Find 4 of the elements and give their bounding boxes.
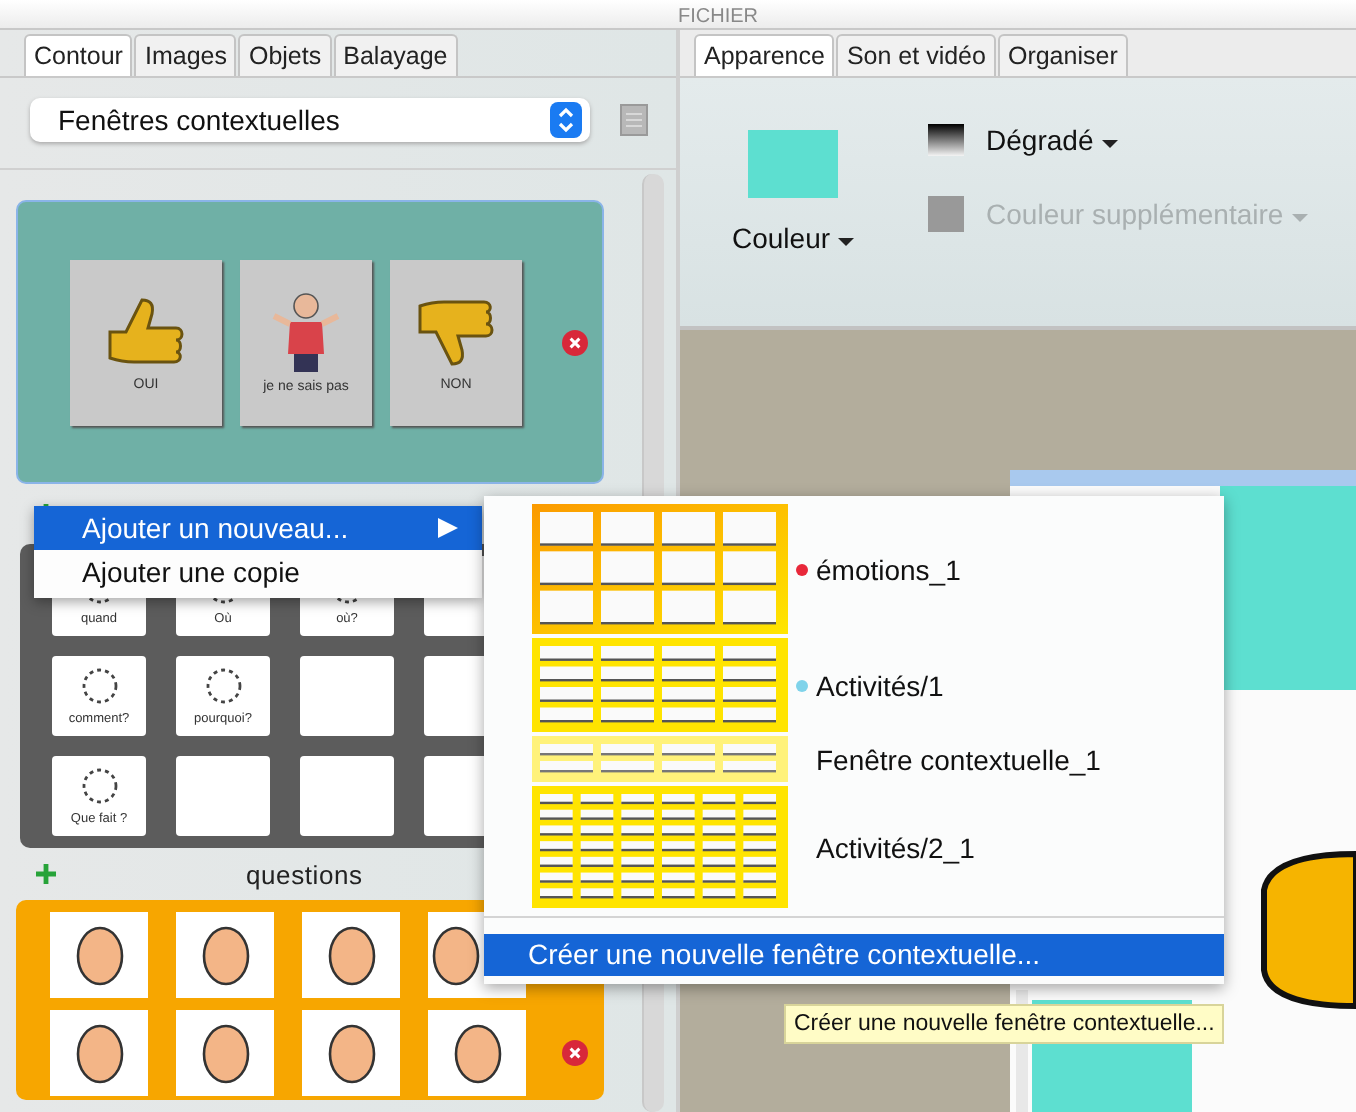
window-title: FICHIER bbox=[676, 6, 758, 28]
popup-name: questions bbox=[246, 859, 363, 889]
dropdown-value: Fenêtres contextuelles bbox=[58, 104, 340, 136]
tooltip: Créer une nouvelle fenêtre contextuelle... bbox=[784, 1004, 1225, 1044]
